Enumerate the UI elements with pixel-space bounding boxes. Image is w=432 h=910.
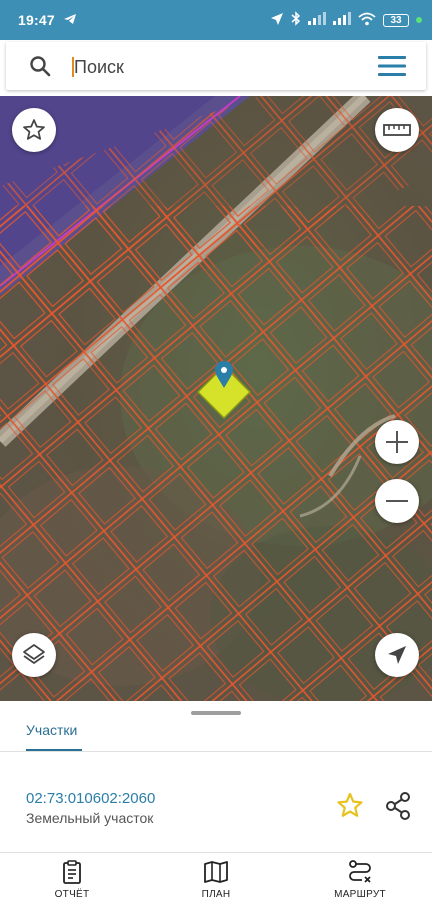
my-location-button[interactable] — [375, 633, 419, 677]
nav-plan-label: ПЛАН — [201, 889, 231, 900]
search-input[interactable] — [72, 52, 356, 82]
status-time: 19:47 — [18, 12, 55, 28]
favorites-button[interactable] — [12, 108, 56, 152]
nav-route-label: МАРШРУТ — [334, 889, 386, 900]
info-panel: Участки 02:73:010602:2060 Земельный учас… — [0, 701, 432, 910]
navigation-arrow-icon — [388, 646, 406, 664]
drag-handle[interactable] — [191, 711, 241, 715]
ruler-button[interactable] — [375, 108, 419, 152]
map-icon — [204, 861, 228, 883]
parcel-type: Земельный участок — [26, 810, 154, 826]
bluetooth-icon — [291, 11, 301, 29]
battery-icon: 33 — [383, 13, 409, 27]
search-icon[interactable] — [28, 54, 52, 78]
parcel-cadastral-number[interactable]: 02:73:010602:2060 — [26, 790, 155, 807]
menu-icon[interactable] — [378, 55, 406, 77]
notification-dot — [416, 17, 422, 23]
minus-icon — [386, 500, 408, 502]
nav-report[interactable]: ОТЧЁТ — [22, 859, 122, 905]
share-icon[interactable] — [383, 791, 413, 821]
ruler-icon — [383, 124, 411, 136]
search-bar — [6, 42, 426, 90]
wifi-icon — [358, 12, 376, 29]
status-bar: 19:47 33 — [0, 0, 432, 40]
zoom-in-button[interactable] — [375, 420, 419, 464]
nav-plan[interactable]: ПЛАН — [166, 859, 266, 905]
layers-button[interactable] — [12, 633, 56, 677]
star-icon — [23, 119, 45, 140]
telegram-icon — [63, 13, 77, 28]
tab-parcels[interactable]: Участки — [26, 722, 77, 738]
location-arrow-icon — [270, 12, 284, 29]
divider — [0, 852, 432, 853]
layers-icon — [23, 644, 45, 664]
nav-route[interactable]: МАРШРУТ — [310, 859, 410, 905]
text-caret — [72, 57, 74, 77]
map-view[interactable] — [0, 96, 432, 701]
signal-icon — [308, 12, 326, 28]
clipboard-icon — [63, 860, 81, 884]
plus-icon — [386, 431, 408, 453]
signal-icon — [333, 12, 351, 28]
divider — [0, 751, 432, 752]
zoom-out-button[interactable] — [375, 479, 419, 523]
satellite-map[interactable] — [0, 96, 432, 701]
nav-report-label: ОТЧЁТ — [54, 889, 90, 900]
route-icon — [349, 860, 371, 883]
star-icon[interactable] — [335, 791, 365, 821]
